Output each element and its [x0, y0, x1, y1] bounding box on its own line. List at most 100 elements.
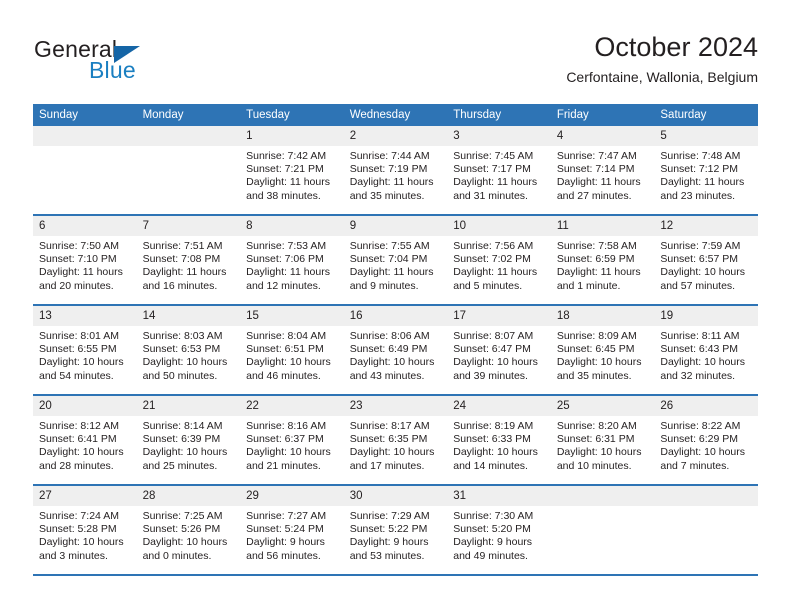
title-block: October 2024 Cerfontaine, Wallonia, Belg…	[566, 30, 758, 87]
day-number: 21	[136, 396, 241, 416]
sunrise-text: Sunrise: 7:55 AM	[349, 240, 430, 252]
day-sun-info: Sunrise: 7:44 AM Sunset: 7:19 PM Daylight:…	[344, 146, 448, 203]
sunset-text: Sunset: 6:37 PM	[246, 433, 324, 446]
day-sun-info: Sunrise: 8:12 AM Sunset: 6:41 PM Daylight:…	[33, 416, 137, 473]
calendar-day-cell[interactable]: 27 Sunrise: 7:24 AM Sunset: 5:28 PM Dayligh…	[33, 485, 137, 575]
day-number: 19	[654, 306, 758, 326]
sunrise-text: Sunrise: 7:47 AM	[556, 150, 637, 162]
day-number: 7	[136, 216, 241, 236]
calendar-day-cell-empty	[550, 485, 655, 575]
daylight-text: Daylight: 11 hours and 23 minutes.	[660, 176, 745, 202]
calendar-day-cell[interactable]: 7 Sunrise: 7:51 AM Sunset: 7:08 PM Daylight…	[136, 215, 241, 305]
calendar-day-cell[interactable]: 30 Sunrise: 7:29 AM Sunset: 5:22 PM Dayligh…	[343, 485, 448, 575]
weekday-header-row: Sunday Monday Tuesday Wednesday Thursday…	[33, 104, 758, 126]
day-number: 12	[654, 216, 758, 236]
sunrise-text: Sunrise: 7:58 AM	[556, 240, 637, 252]
sunrise-text: Sunrise: 8:03 AM	[142, 330, 223, 342]
calendar-day-cell[interactable]: 18 Sunrise: 8:09 AM Sunset: 6:45 PM Dayligh…	[550, 305, 655, 395]
day-number: 24	[447, 396, 551, 416]
calendar-day-cell[interactable]: 26 Sunrise: 8:22 AM Sunset: 6:29 PM Dayligh…	[654, 395, 758, 485]
day-sun-info: Sunrise: 7:50 AM Sunset: 7:10 PM Daylight:…	[33, 236, 137, 293]
calendar-day-cell[interactable]: 29 Sunrise: 7:27 AM Sunset: 5:24 PM Dayligh…	[240, 485, 344, 575]
sunset-text: Sunset: 6:29 PM	[660, 433, 739, 446]
day-sun-info: Sunrise: 8:01 AM Sunset: 6:55 PM Daylight:…	[33, 326, 137, 383]
day-sun-info: Sunrise: 8:17 AM Sunset: 6:35 PM Daylight:…	[344, 416, 448, 473]
calendar-day-cell[interactable]: 14 Sunrise: 8:03 AM Sunset: 6:53 PM Dayligh…	[136, 305, 241, 395]
page-title: October 2024	[594, 32, 758, 62]
day-number: 23	[343, 396, 448, 416]
calendar-day-cell[interactable]: 31 Sunrise: 7:30 AM Sunset: 5:20 PM Dayligh…	[447, 485, 551, 575]
calendar-day-cell[interactable]: 11 Sunrise: 7:58 AM Sunset: 6:59 PM Dayligh…	[550, 215, 655, 305]
daylight-text: Daylight: 11 hours and 1 minute.	[556, 266, 641, 292]
sunset-text: Sunset: 5:28 PM	[39, 523, 117, 536]
day-number: 25	[550, 396, 655, 416]
daylight-text: Daylight: 10 hours and 3 minutes.	[39, 536, 124, 562]
day-sun-info: Sunrise: 8:03 AM Sunset: 6:53 PM Daylight:…	[137, 326, 241, 383]
calendar-page: General Blue October 2024 Cerfontaine, W…	[0, 0, 792, 612]
calendar-day-cell[interactable]: 28 Sunrise: 7:25 AM Sunset: 5:26 PM Dayligh…	[136, 485, 241, 575]
calendar-day-cell[interactable]: 22 Sunrise: 8:16 AM Sunset: 6:37 PM Dayligh…	[240, 395, 344, 485]
daylight-text: Daylight: 11 hours and 16 minutes.	[142, 266, 227, 292]
sunset-text: Sunset: 7:04 PM	[349, 253, 428, 266]
calendar-day-cell[interactable]: 23 Sunrise: 8:17 AM Sunset: 6:35 PM Dayligh…	[343, 395, 448, 485]
calendar-day-cell[interactable]: 21 Sunrise: 8:14 AM Sunset: 6:39 PM Dayligh…	[136, 395, 241, 485]
day-number: 20	[33, 396, 137, 416]
calendar-day-cell[interactable]: 5 Sunrise: 7:48 AM Sunset: 7:12 PM Daylight…	[654, 126, 758, 215]
sunset-text: Sunset: 7:10 PM	[39, 253, 117, 266]
sunset-text: Sunset: 6:33 PM	[453, 433, 531, 446]
calendar-day-cell[interactable]: 9 Sunrise: 7:55 AM Sunset: 7:04 PM Daylight…	[343, 215, 448, 305]
daylight-text: Daylight: 10 hours and 54 minutes.	[39, 356, 124, 382]
day-number: 13	[33, 306, 137, 326]
sunset-text: Sunset: 6:35 PM	[349, 433, 428, 446]
weekday-header-tuesday: Tuesday	[240, 104, 344, 126]
daylight-text: Daylight: 10 hours and 28 minutes.	[39, 446, 124, 472]
calendar-day-cell[interactable]: 15 Sunrise: 8:04 AM Sunset: 6:51 PM Dayligh…	[240, 305, 344, 395]
sunset-text: Sunset: 7:12 PM	[660, 163, 739, 176]
day-sun-info: Sunrise: 7:42 AM Sunset: 7:21 PM Daylight:…	[240, 146, 344, 203]
day-number	[550, 486, 655, 506]
location-subtitle: Cerfontaine, Wallonia, Belgium	[566, 69, 758, 85]
day-sun-info: Sunrise: 7:56 AM Sunset: 7:02 PM Daylight:…	[447, 236, 551, 293]
calendar-day-cell[interactable]: 4 Sunrise: 7:47 AM Sunset: 7:14 PM Daylight…	[550, 126, 655, 215]
daylight-text: Daylight: 10 hours and 21 minutes.	[246, 446, 331, 472]
calendar-day-cell[interactable]: 1 Sunrise: 7:42 AM Sunset: 7:21 PM Daylight…	[240, 126, 344, 215]
calendar-week-row: 27 Sunrise: 7:24 AM Sunset: 5:28 PM Dayligh…	[33, 485, 758, 575]
day-sun-info: Sunrise: 7:45 AM Sunset: 7:17 PM Daylight:…	[447, 146, 551, 203]
day-sun-info: Sunrise: 8:19 AM Sunset: 6:33 PM Daylight:…	[447, 416, 551, 473]
day-number: 4	[550, 126, 655, 146]
sunrise-text: Sunrise: 7:45 AM	[453, 150, 534, 162]
day-number: 14	[136, 306, 241, 326]
daylight-text: Daylight: 9 hours and 49 minutes.	[453, 536, 533, 562]
sunrise-text: Sunrise: 7:30 AM	[453, 510, 534, 522]
day-number: 27	[33, 486, 137, 506]
sunset-text: Sunset: 7:06 PM	[246, 253, 324, 266]
calendar-day-cell[interactable]: 24 Sunrise: 8:19 AM Sunset: 6:33 PM Dayligh…	[447, 395, 551, 485]
sunrise-text: Sunrise: 7:42 AM	[246, 150, 327, 162]
calendar-day-cell[interactable]: 10 Sunrise: 7:56 AM Sunset: 7:02 PM Dayligh…	[447, 215, 551, 305]
sunset-text: Sunset: 6:59 PM	[556, 253, 635, 266]
calendar-day-cell[interactable]: 2 Sunrise: 7:44 AM Sunset: 7:19 PM Daylight…	[343, 126, 448, 215]
weekday-header-sunday: Sunday	[33, 104, 137, 126]
calendar-day-cell[interactable]: 16 Sunrise: 8:06 AM Sunset: 6:49 PM Dayligh…	[343, 305, 448, 395]
calendar-day-cell[interactable]: 6 Sunrise: 7:50 AM Sunset: 7:10 PM Daylight…	[33, 215, 137, 305]
day-sun-info: Sunrise: 8:22 AM Sunset: 6:29 PM Daylight:…	[654, 416, 758, 473]
daylight-text: Daylight: 11 hours and 5 minutes.	[453, 266, 538, 292]
calendar-day-cell[interactable]: 19 Sunrise: 8:11 AM Sunset: 6:43 PM Dayligh…	[654, 305, 758, 395]
calendar-day-cell[interactable]: 8 Sunrise: 7:53 AM Sunset: 7:06 PM Daylight…	[240, 215, 344, 305]
calendar-day-cell[interactable]: 3 Sunrise: 7:45 AM Sunset: 7:17 PM Daylight…	[447, 126, 551, 215]
day-number: 9	[343, 216, 448, 236]
day-sun-info: Sunrise: 8:20 AM Sunset: 6:31 PM Daylight:…	[551, 416, 655, 473]
calendar-day-cell[interactable]: 25 Sunrise: 8:20 AM Sunset: 6:31 PM Dayligh…	[550, 395, 655, 485]
daylight-text: Daylight: 11 hours and 9 minutes.	[349, 266, 434, 292]
calendar-day-cell[interactable]: 12 Sunrise: 7:59 AM Sunset: 6:57 PM Dayligh…	[654, 215, 758, 305]
calendar-day-cell[interactable]: 13 Sunrise: 8:01 AM Sunset: 6:55 PM Dayligh…	[33, 305, 137, 395]
sunrise-text: Sunrise: 7:56 AM	[453, 240, 534, 252]
calendar-day-cell[interactable]: 17 Sunrise: 8:07 AM Sunset: 6:47 PM Dayligh…	[447, 305, 551, 395]
day-sun-info: Sunrise: 8:16 AM Sunset: 6:37 PM Daylight:…	[240, 416, 344, 473]
calendar-week-row: 20 Sunrise: 8:12 AM Sunset: 6:41 PM Dayligh…	[33, 395, 758, 485]
calendar-day-cell[interactable]: 20 Sunrise: 8:12 AM Sunset: 6:41 PM Dayligh…	[33, 395, 137, 485]
day-number: 22	[240, 396, 344, 416]
sunrise-text: Sunrise: 8:06 AM	[349, 330, 430, 342]
day-sun-info: Sunrise: 8:09 AM Sunset: 6:45 PM Daylight:…	[551, 326, 655, 383]
daylight-text: Daylight: 10 hours and 39 minutes.	[453, 356, 538, 382]
